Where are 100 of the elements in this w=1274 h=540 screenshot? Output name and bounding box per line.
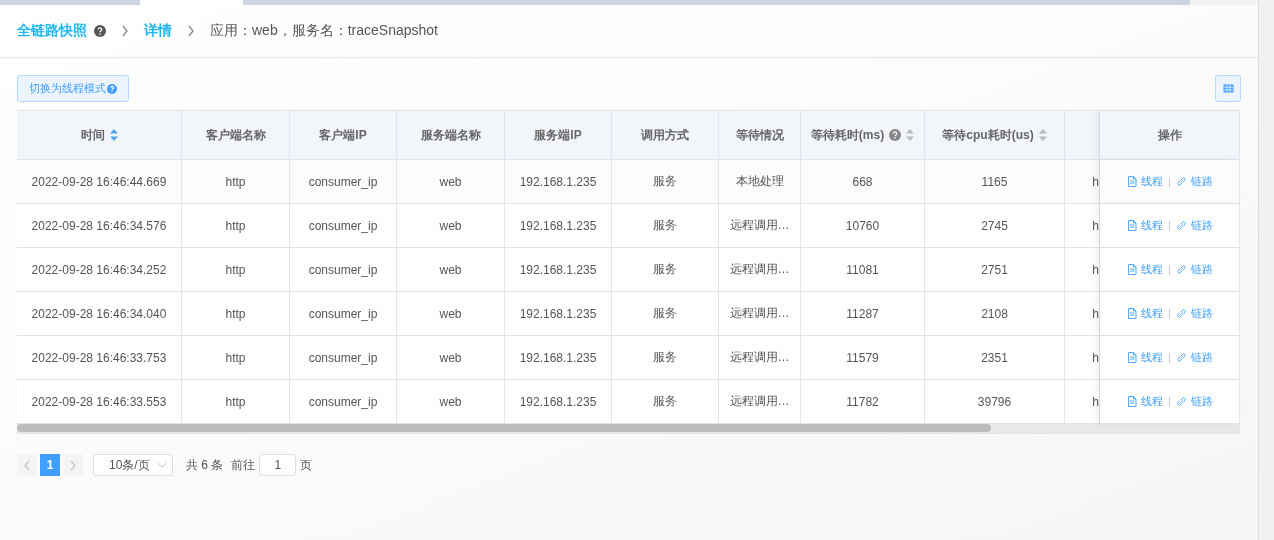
table-cell: web [397, 160, 505, 204]
table-cell: 服务 [612, 248, 719, 292]
table-cell: http [182, 292, 290, 336]
link-icon [1175, 308, 1187, 319]
action-link[interactable]: 线程 [1126, 218, 1163, 233]
table-cell: 2351 [925, 336, 1065, 380]
help-icon [94, 25, 106, 37]
column-header-label: 时间 [80, 126, 105, 144]
goto-label: 前往 [231, 456, 256, 474]
table-cell: 192.168.1.235 [505, 248, 612, 292]
table-cell: consumer_ip [290, 292, 397, 336]
column-header-label: 服务端名称 [420, 126, 481, 144]
table-cell: web [397, 336, 505, 380]
table-cell: 192.168.1.235 [505, 160, 612, 204]
total-count: 共 6 条 [186, 456, 224, 474]
action-link[interactable]: 链路 [1175, 350, 1213, 365]
action-link[interactable]: 链路 [1175, 174, 1213, 189]
action-link[interactable]: 线程 [1126, 174, 1163, 189]
breadcrumb-link[interactable]: 全链路快照 [17, 22, 106, 40]
table-cell: h [1065, 292, 1100, 336]
next-page-button[interactable] [63, 454, 83, 476]
mode-switch-button[interactable]: 切换为线程模式 [17, 75, 129, 102]
table-cell: 服务 [612, 204, 719, 248]
table-cell: h [1065, 380, 1100, 424]
table-cell: 2751 [925, 248, 1065, 292]
document-icon [1126, 352, 1137, 363]
table-cell: web [397, 292, 505, 336]
column-header[interactable]: 等待耗时(ms) [801, 111, 925, 160]
action-link[interactable]: 线程 [1126, 394, 1163, 409]
table-cell: 远程调用… [719, 336, 801, 380]
table-icon [1222, 84, 1234, 93]
table-cell: web [397, 204, 505, 248]
action-link[interactable]: 链路 [1175, 218, 1213, 233]
action-link[interactable]: 线程 [1126, 262, 1163, 277]
column-header-label: 服务端IP [534, 126, 582, 144]
table-cell: http [182, 160, 290, 204]
table-cell: 远程调用… [719, 380, 801, 424]
action-link[interactable]: 链路 [1175, 262, 1213, 277]
page-suffix: 页 [300, 456, 313, 474]
table-cell: consumer_ip [290, 204, 397, 248]
table-cell: consumer_ip [290, 248, 397, 292]
column-header[interactable]: 时间 [17, 111, 182, 160]
page-input[interactable]: 1 [259, 454, 297, 476]
table-cell: 2745 [925, 204, 1065, 248]
table-cell: http [182, 248, 290, 292]
page-size-select[interactable]: 10条/页 [93, 454, 173, 476]
chevron-left-icon [24, 459, 30, 471]
table-cell: consumer_ip [290, 160, 397, 204]
table-cell: h [1065, 160, 1100, 204]
vertical-scrollbar[interactable] [1258, 0, 1274, 540]
table-cell: 192.168.1.235 [505, 292, 612, 336]
chevron-right-icon [70, 459, 76, 471]
table-cell: 本地处理 [719, 160, 801, 204]
column-header-label: 等待情况 [735, 126, 784, 144]
table-cell: 服务 [612, 380, 719, 424]
column-header[interactable]: 等待cpu耗时(us) [925, 111, 1065, 160]
help-icon [107, 83, 117, 94]
action-link[interactable]: 链路 [1175, 394, 1213, 409]
document-icon [1126, 396, 1137, 407]
document-icon [1126, 176, 1137, 187]
chevron-icon [121, 25, 129, 37]
chevron-icon [187, 25, 195, 37]
table-cell: 1165 [925, 160, 1065, 204]
table-cell: 2022-09-28 16:46:34.252 [17, 248, 182, 292]
action-link[interactable]: 链路 [1175, 306, 1213, 321]
table-cell: 11081 [801, 248, 925, 292]
table-cell: 2022-09-28 16:46:34.040 [17, 292, 182, 336]
help-icon [889, 129, 902, 141]
table-cell: 2108 [925, 292, 1065, 336]
table-cell: 2022-09-28 16:46:33.553 [17, 380, 182, 424]
link-icon [1175, 352, 1187, 363]
table-cell: 39796 [925, 380, 1065, 424]
table-cell: 192.168.1.235 [505, 380, 612, 424]
column-header-label: 客户端名称 [205, 126, 266, 144]
table-cell: 10760 [801, 204, 925, 248]
column-header-label: 操作 [1157, 126, 1182, 144]
document-icon [1126, 308, 1137, 319]
table-cell: 服务 [612, 336, 719, 380]
breadcrumb-link[interactable]: 详情 [144, 22, 172, 40]
caret-icon [157, 462, 167, 468]
table-cell: consumer_ip [290, 336, 397, 380]
table-cell: web [397, 248, 505, 292]
breadcrumb-text: 应用：web，服务名：traceSnapshot [210, 22, 438, 40]
table-cell: 远程调用… [719, 292, 801, 336]
link-icon [1175, 176, 1187, 187]
table-cell: 2022-09-28 16:46:44.669 [17, 160, 182, 204]
document-icon [1126, 264, 1137, 275]
horizontal-scrollbar[interactable] [18, 424, 1239, 434]
column-header-label: 等待耗时(ms) [810, 126, 885, 144]
page-button[interactable]: 1 [40, 454, 60, 476]
table-cell: 192.168.1.235 [505, 336, 612, 380]
table-cell: 远程调用… [719, 248, 801, 292]
action-link[interactable]: 线程 [1126, 306, 1163, 321]
table-cell: 2022-09-28 16:46:34.576 [17, 204, 182, 248]
column-settings-button[interactable] [1215, 75, 1241, 102]
table-cell: http [182, 380, 290, 424]
table-cell: web [397, 380, 505, 424]
previous-page-button[interactable] [17, 454, 37, 476]
action-link[interactable]: 线程 [1126, 350, 1163, 365]
column-header-label: 等待cpu耗时(us) [942, 126, 1034, 144]
